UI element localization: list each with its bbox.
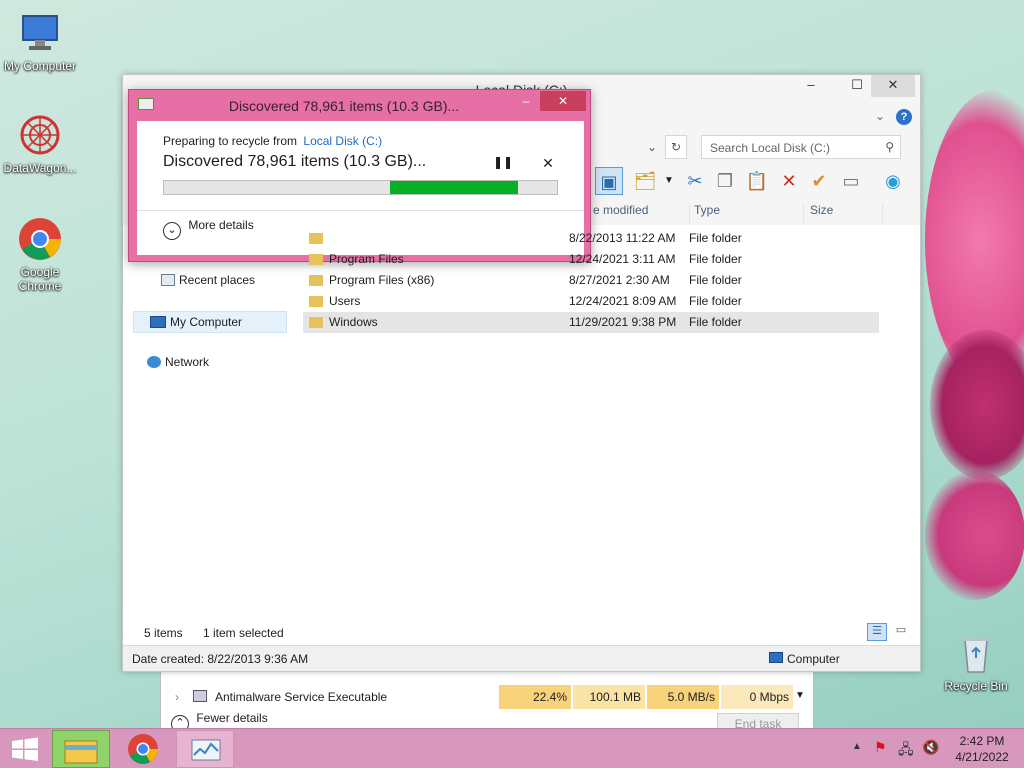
column-header-date-modified[interactable]: e modified (593, 203, 648, 217)
chrome-icon (17, 216, 63, 262)
taskbar-chrome[interactable] (114, 730, 172, 768)
delete-icon[interactable]: ✕ (775, 167, 803, 195)
dialog-title: Discovered 78,961 items (10.3 GB)... (228, 98, 460, 114)
nav-item-my-computer[interactable]: My Computer (133, 311, 287, 333)
globe-icon[interactable]: ◉ (879, 167, 907, 195)
source-location-link[interactable]: Local Disk (C:) (303, 134, 382, 148)
file-row[interactable]: 8/22/2013 11:22 AM File folder (303, 228, 883, 249)
search-icon: ⚲ (885, 140, 894, 154)
search-input[interactable]: Search Local Disk (C:) (710, 141, 830, 155)
computer-icon (17, 10, 63, 56)
preparing-line: Preparing to recycle from Local Disk (C:… (163, 134, 383, 148)
selection-count: 1 item selected (203, 626, 284, 640)
file-row[interactable]: Users 12/24/2021 8:09 AM File folder (303, 291, 883, 312)
desktop-icon-label: My Computer (3, 59, 77, 73)
toolbar: ▣ 🗂 ▼ ✂ ❐ 📋 ✕ ✔ ▭ ◉ (591, 165, 921, 197)
clock[interactable]: 2:42 PM 4/21/2022 (950, 733, 1014, 765)
folder-icon (64, 740, 98, 764)
dialog-close-button[interactable]: ✕ (540, 91, 586, 111)
cpu-value: 22.4% (499, 685, 571, 709)
desktop-icon-my-computer[interactable]: My Computer (0, 10, 80, 73)
datawagon-icon (17, 112, 63, 158)
help-icon[interactable]: ? (896, 109, 912, 125)
expand-chevron-icon[interactable]: › (175, 690, 179, 704)
dialog-minimize-button[interactable]: – (513, 92, 539, 112)
progress-bar-fill (390, 181, 518, 194)
cut-icon[interactable]: ✂ (681, 167, 709, 195)
computer-icon (769, 652, 783, 663)
file-row[interactable]: Program Files 12/24/2021 3:11 AM File fo… (303, 249, 883, 270)
date-created: Date created: 8/22/2013 9:36 AM (132, 652, 309, 666)
taskbar-file-explorer[interactable] (52, 730, 110, 768)
disk-value: 5.0 MB/s (647, 685, 719, 709)
dialog-divider (137, 210, 584, 211)
recycle-bin-icon (953, 630, 999, 676)
folder-icon (309, 275, 323, 286)
computer-icon (150, 316, 166, 328)
ribbon-expand-icon[interactable]: ⌄ (875, 109, 885, 123)
location-label: Computer (787, 652, 840, 666)
show-hidden-icons-chevron[interactable]: ▲ (852, 741, 862, 752)
checkmark-icon[interactable]: ✔ (805, 167, 833, 195)
process-row[interactable]: › Antimalware Service Executable 22.4% 1… (161, 685, 813, 709)
pause-button[interactable]: ❚❚ (493, 155, 513, 173)
chevron-down-icon: ⌄ (163, 222, 181, 240)
desktop-icon-datawagon[interactable]: DataWagon... (0, 112, 80, 175)
desktop-icon-label: Google Chrome (18, 265, 62, 293)
nav-item-recent[interactable]: Recent places (161, 273, 255, 287)
desktop-icon-label: DataWagon... (3, 161, 77, 175)
windows-logo-icon (12, 737, 38, 761)
folder-icon (309, 317, 323, 328)
action-center-flag-icon[interactable]: ⚑ (874, 739, 887, 756)
refresh-button[interactable]: ↻ (665, 135, 687, 159)
file-row-selected[interactable]: Windows 11/29/2021 9:38 PM File folder (303, 312, 879, 333)
item-count: 5 items (144, 626, 183, 640)
details-pane: Date created: 8/22/2013 9:36 AM Computer (123, 645, 920, 671)
process-icon (193, 690, 207, 702)
process-name: Antimalware Service Executable (215, 690, 388, 704)
large-icons-view-icon[interactable]: ▭ (891, 623, 911, 641)
network-value: 0 Mbps (721, 685, 793, 709)
volume-muted-icon[interactable]: 🔇 (922, 739, 939, 756)
clock-time: 2:42 PM (959, 734, 1005, 748)
taskbar: ▲ ⚑ 🖧 🔇 2:42 PM 4/21/2022 (0, 728, 1024, 768)
clock-date: 4/21/2022 (955, 750, 1009, 764)
desktop-icon-chrome[interactable]: Google Chrome (0, 216, 80, 293)
scroll-down-icon[interactable]: ▼ (795, 690, 805, 701)
file-row[interactable]: Program Files (x86) 8/27/2021 2:30 AM Fi… (303, 270, 883, 291)
desktop-icon-label: Recycle Bin (944, 679, 1008, 693)
dropdown-icon[interactable]: ▼ (655, 167, 683, 195)
folder-icon (309, 296, 323, 307)
preview-pane-icon[interactable]: ▣ (595, 167, 623, 195)
progress-bar (163, 180, 558, 195)
more-details-button[interactable]: ⌄ More details (163, 218, 254, 240)
minimize-button[interactable]: – (791, 75, 831, 97)
chrome-icon (128, 734, 158, 764)
task-manager-icon (191, 739, 221, 761)
network-icon (147, 356, 161, 368)
nav-pane: Recent places My Computer Network (129, 265, 289, 625)
start-button[interactable] (0, 730, 50, 768)
progress-status: Discovered 78,961 items (10.3 GB)... (163, 153, 427, 170)
folder-icon (309, 233, 323, 244)
recent-places-icon (161, 274, 175, 286)
memory-value: 100.1 MB (573, 685, 645, 709)
desktop-icon-recycle-bin[interactable]: Recycle Bin (936, 630, 1016, 693)
cancel-button[interactable]: ✕ (539, 155, 557, 173)
address-dropdown-icon[interactable]: ⌄ (647, 140, 657, 154)
details-view-icon[interactable]: ☰ (867, 623, 887, 641)
rename-icon[interactable]: ▭ (837, 167, 865, 195)
taskbar-task-manager[interactable] (176, 730, 234, 768)
folder-icon (309, 254, 323, 265)
search-box[interactable]: Search Local Disk (C:) ⚲ (701, 135, 901, 159)
network-tray-icon[interactable]: 🖧 (898, 739, 914, 763)
paste-icon[interactable]: 📋 (743, 167, 771, 195)
column-header-size[interactable]: Size (803, 203, 883, 225)
recycle-dialog-icon (138, 98, 154, 110)
nav-item-network[interactable]: Network (147, 355, 209, 369)
column-header-type[interactable]: Type (689, 203, 720, 225)
copy-icon[interactable]: ❐ (711, 167, 739, 195)
close-button[interactable]: ✕ (871, 75, 915, 97)
